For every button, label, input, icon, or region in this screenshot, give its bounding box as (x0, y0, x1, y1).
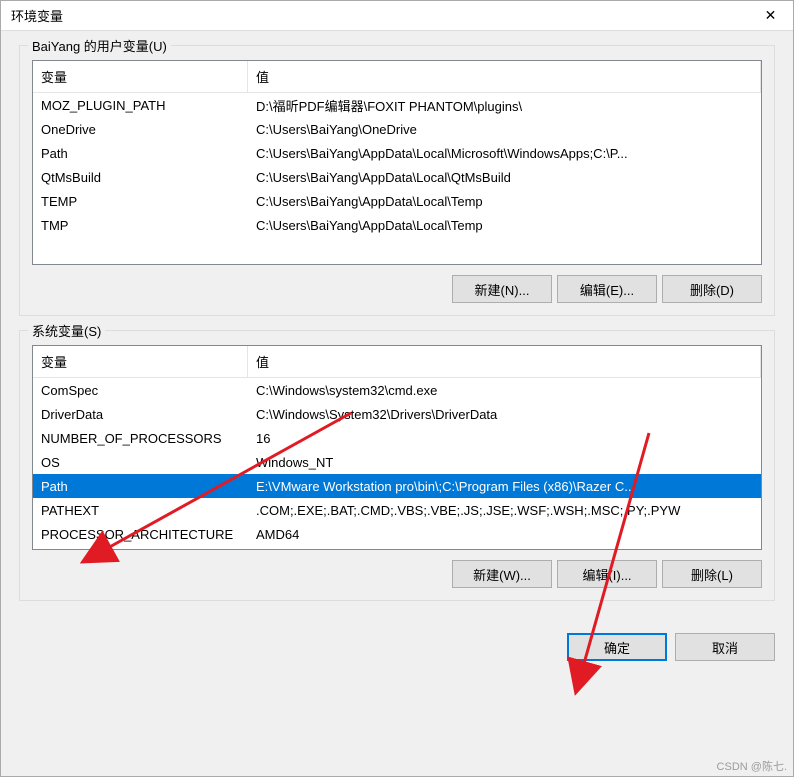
dialog-footer: 确定 取消 (1, 629, 793, 675)
cell-variable: MOZ_PLUGIN_PATH (33, 95, 248, 116)
cell-variable: Path (33, 476, 248, 497)
title-bar: 环境变量 ✕ (1, 1, 793, 31)
table-row[interactable]: TEMPC:\Users\BaiYang\AppData\Local\Temp (33, 189, 761, 213)
cancel-button[interactable]: 取消 (675, 633, 775, 661)
cell-variable: Path (33, 143, 248, 164)
cell-variable: ComSpec (33, 380, 248, 401)
table-row[interactable]: DriverDataC:\Windows\System32\Drivers\Dr… (33, 402, 761, 426)
cell-variable: OS (33, 452, 248, 473)
sys-delete-button[interactable]: 删除(L) (662, 560, 762, 588)
cell-variable: QtMsBuild (33, 167, 248, 188)
cell-value: AMD64 (248, 524, 761, 545)
user-vars-label: BaiYang 的用户变量(U) (28, 36, 171, 55)
cell-value: C:\Users\BaiYang\AppData\Local\Microsoft… (248, 143, 761, 164)
close-button[interactable]: ✕ (748, 1, 793, 31)
col-variable[interactable]: 变量 (33, 61, 248, 92)
col-value[interactable]: 值 (248, 61, 761, 92)
col-value[interactable]: 值 (248, 346, 761, 377)
user-delete-button[interactable]: 删除(D) (662, 275, 762, 303)
sys-edit-button[interactable]: 编辑(I)... (557, 560, 657, 588)
ok-button[interactable]: 确定 (567, 633, 667, 661)
table-row[interactable]: OSWindows_NT (33, 450, 761, 474)
sys-vars-list[interactable]: 变量 值 ComSpecC:\Windows\system32\cmd.exeD… (32, 345, 762, 550)
cell-value: C:\Users\BaiYang\AppData\Local\Temp (248, 191, 761, 212)
cell-variable: TMP (33, 215, 248, 236)
watermark: CSDN @陈七. (717, 758, 787, 774)
cell-value: C:\Users\BaiYang\OneDrive (248, 119, 761, 140)
user-edit-button[interactable]: 编辑(E)... (557, 275, 657, 303)
cell-value: Windows_NT (248, 452, 761, 473)
table-row[interactable]: PATHEXT.COM;.EXE;.BAT;.CMD;.VBS;.VBE;.JS… (33, 498, 761, 522)
cell-variable: PATHEXT (33, 500, 248, 521)
sys-new-button[interactable]: 新建(W)... (452, 560, 552, 588)
env-vars-dialog: 环境变量 ✕ BaiYang 的用户变量(U) 变量 值 MOZ_PLUGIN_… (0, 0, 794, 777)
table-row[interactable]: MOZ_PLUGIN_PATHD:\福昕PDF编辑器\FOXIT PHANTOM… (33, 93, 761, 117)
cell-value: C:\Windows\System32\Drivers\DriverData (248, 404, 761, 425)
user-vars-group: BaiYang 的用户变量(U) 变量 值 MOZ_PLUGIN_PATHD:\… (19, 45, 775, 316)
sys-vars-group: 系统变量(S) 变量 值 ComSpecC:\Windows\system32\… (19, 330, 775, 601)
user-new-button[interactable]: 新建(N)... (452, 275, 552, 303)
cell-value: E:\VMware Workstation pro\bin\;C:\Progra… (248, 476, 761, 497)
cell-value: 16 (248, 428, 761, 449)
user-vars-header: 变量 值 (33, 61, 761, 93)
close-icon: ✕ (765, 7, 777, 24)
sys-vars-buttons: 新建(W)... 编辑(I)... 删除(L) (32, 560, 762, 588)
table-row[interactable]: PROCESSOR_ARCHITECTUREAMD64 (33, 522, 761, 546)
user-vars-body: MOZ_PLUGIN_PATHD:\福昕PDF编辑器\FOXIT PHANTOM… (33, 93, 761, 264)
cell-value: C:\Users\BaiYang\AppData\Local\Temp (248, 215, 761, 236)
user-vars-list[interactable]: 变量 值 MOZ_PLUGIN_PATHD:\福昕PDF编辑器\FOXIT PH… (32, 60, 762, 265)
sys-vars-label: 系统变量(S) (28, 321, 105, 340)
sys-vars-header: 变量 值 (33, 346, 761, 378)
cell-value: C:\Windows\system32\cmd.exe (248, 380, 761, 401)
col-variable[interactable]: 变量 (33, 346, 248, 377)
dialog-title: 环境变量 (11, 6, 63, 25)
cell-variable: DriverData (33, 404, 248, 425)
table-row[interactable]: PathE:\VMware Workstation pro\bin\;C:\Pr… (33, 474, 761, 498)
cell-variable: NUMBER_OF_PROCESSORS (33, 428, 248, 449)
cell-value: D:\福昕PDF编辑器\FOXIT PHANTOM\plugins\ (248, 93, 761, 118)
cell-value: C:\Users\BaiYang\AppData\Local\QtMsBuild (248, 167, 761, 188)
sys-vars-body: ComSpecC:\Windows\system32\cmd.exeDriver… (33, 378, 761, 549)
table-row[interactable]: ComSpecC:\Windows\system32\cmd.exe (33, 378, 761, 402)
cell-variable: PROCESSOR_ARCHITECTURE (33, 524, 248, 545)
cell-variable: TEMP (33, 191, 248, 212)
dialog-body: BaiYang 的用户变量(U) 变量 值 MOZ_PLUGIN_PATHD:\… (1, 31, 793, 629)
table-row[interactable]: QtMsBuildC:\Users\BaiYang\AppData\Local\… (33, 165, 761, 189)
cell-variable: OneDrive (33, 119, 248, 140)
table-row[interactable]: TMPC:\Users\BaiYang\AppData\Local\Temp (33, 213, 761, 237)
table-row[interactable]: NUMBER_OF_PROCESSORS16 (33, 426, 761, 450)
user-vars-buttons: 新建(N)... 编辑(E)... 删除(D) (32, 275, 762, 303)
table-row[interactable]: PathC:\Users\BaiYang\AppData\Local\Micro… (33, 141, 761, 165)
table-row[interactable]: OneDriveC:\Users\BaiYang\OneDrive (33, 117, 761, 141)
cell-value: .COM;.EXE;.BAT;.CMD;.VBS;.VBE;.JS;.JSE;.… (248, 500, 761, 521)
